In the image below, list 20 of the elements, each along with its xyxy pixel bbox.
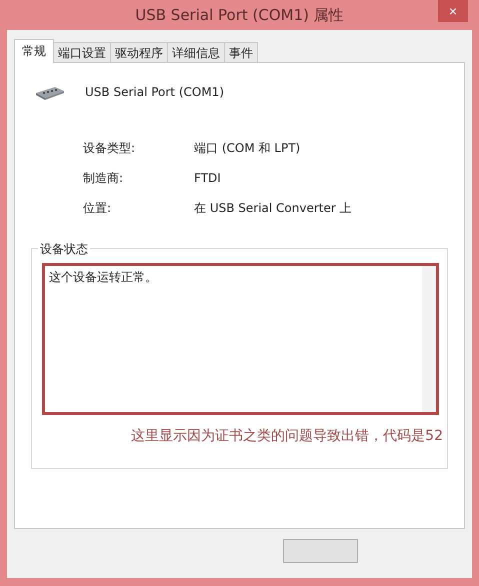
tab[interactable]: 详细信息: [167, 42, 225, 62]
close-button[interactable]: ×: [438, 0, 468, 22]
property-label: 设备类型:: [83, 141, 136, 156]
window-title: USB Serial Port (COM1) 属性: [135, 6, 344, 24]
tab[interactable]: 事件: [224, 42, 258, 62]
status-box[interactable]: 这个设备运转正常。: [42, 263, 439, 415]
property-value: FTDI: [194, 171, 222, 186]
property-value: 端口 (COM 和 LPT): [194, 141, 302, 156]
tab[interactable]: 常规: [14, 39, 54, 63]
dialog-button[interactable]: [283, 539, 358, 563]
annotation-text: 这里显示因为证书之类的问题导致出错，代码是52: [130, 427, 443, 445]
device-name: USB Serial Port (COM1): [85, 85, 224, 99]
property-label: 制造商:: [83, 171, 124, 186]
tab[interactable]: 端口设置: [53, 42, 111, 62]
status-text: 这个设备运转正常。: [48, 269, 158, 286]
tab[interactable]: 驱动程序: [110, 42, 168, 62]
scrollbar[interactable]: [422, 266, 436, 412]
property-value: 在 USB Serial Converter 上: [194, 201, 353, 216]
group-title: 设备状态: [38, 241, 90, 258]
property-label: 位置:: [83, 201, 112, 216]
